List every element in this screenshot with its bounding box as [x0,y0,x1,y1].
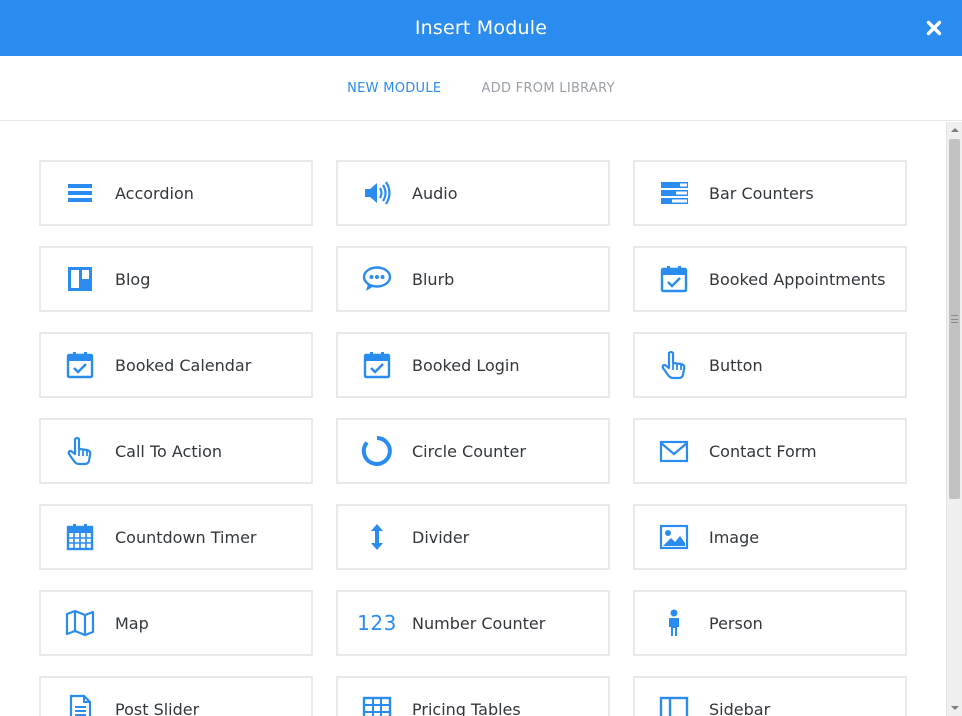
dialog-title: Insert Module [414,17,548,39]
calendar-check-icon [62,347,98,383]
module-label: Bar Counters [709,183,814,203]
scroll-down-arrow-icon[interactable] [947,700,962,716]
number-counter-icon-text: 123 [357,611,397,635]
module-label: Pricing Tables [412,699,521,716]
module-label: Accordion [115,183,194,203]
map-icon [62,605,98,641]
audio-icon [359,175,395,211]
close-button[interactable] [922,16,946,40]
module-label: Button [709,355,763,375]
module-tabs: NEW MODULE ADD FROM LIBRARY [0,56,962,121]
module-contact-form[interactable]: Contact Form [633,418,907,484]
module-button[interactable]: Button [633,332,907,398]
module-bar-counters[interactable]: Bar Counters [633,160,907,226]
module-label: Audio [412,183,458,203]
number-counter-icon: 123 [357,605,397,641]
module-label: Call To Action [115,441,222,461]
vertical-scrollbar[interactable] [946,122,962,716]
dialog-header: Insert Module [0,0,962,56]
module-label: Divider [412,527,470,547]
pointer-hand-icon [656,347,692,383]
document-icon [62,691,98,716]
module-accordion[interactable]: Accordion [39,160,313,226]
module-image[interactable]: Image [633,504,907,570]
module-list-area: Accordion Audio Bar Counters Blog Blurb Booke… [0,122,946,716]
pointer-hand-icon [62,433,98,469]
bar-counters-icon [656,175,692,211]
module-map[interactable]: Map [39,590,313,656]
scrollbar-thumb[interactable] [949,139,960,499]
module-label: Blog [115,269,151,289]
module-blurb[interactable]: Blurb [336,246,610,312]
scrollbar-grip-icon [951,315,958,323]
module-number-counter[interactable]: 123 Number Counter [336,590,610,656]
module-blog[interactable]: Blog [39,246,313,312]
scroll-up-arrow-icon[interactable] [947,122,962,138]
sidebar-icon [656,691,692,716]
circle-counter-icon [359,433,395,469]
module-label: Sidebar [709,699,771,716]
calendar-check-icon [656,261,692,297]
module-label: Number Counter [412,613,546,633]
module-countdown-timer[interactable]: Countdown Timer [39,504,313,570]
module-label: Booked Calendar [115,355,252,375]
module-label: Blurb [412,269,455,289]
module-pricing-tables[interactable]: Pricing Tables [336,676,610,716]
module-booked-calendar[interactable]: Booked Calendar [39,332,313,398]
module-grid: Accordion Audio Bar Counters Blog Blurb Booke… [39,160,907,716]
module-label: Countdown Timer [115,527,257,547]
person-icon [656,605,692,641]
image-icon [656,519,692,555]
tab-add-from-library[interactable]: ADD FROM LIBRARY [461,81,634,96]
module-label: Circle Counter [412,441,526,461]
module-booked-login[interactable]: Booked Login [336,332,610,398]
module-label: Booked Login [412,355,520,375]
module-label: Contact Form [709,441,817,461]
module-call-to-action[interactable]: Call To Action [39,418,313,484]
table-icon [359,691,395,716]
module-label: Booked Appointments [709,269,886,289]
module-sidebar[interactable]: Sidebar [633,676,907,716]
calendar-check-icon [359,347,395,383]
blog-icon [62,261,98,297]
accordion-icon [62,175,98,211]
module-circle-counter[interactable]: Circle Counter [336,418,610,484]
module-audio[interactable]: Audio [336,160,610,226]
close-icon [926,20,942,36]
module-label: Post Slider [115,699,200,716]
module-post-slider[interactable]: Post Slider [39,676,313,716]
module-booked-appointments[interactable]: Booked Appointments [633,246,907,312]
calendar-grid-icon [62,519,98,555]
envelope-icon [656,433,692,469]
blurb-icon [359,261,395,297]
vertical-arrows-icon [359,519,395,555]
tab-new-module[interactable]: NEW MODULE [327,81,461,96]
module-label: Person [709,613,763,633]
module-person[interactable]: Person [633,590,907,656]
module-label: Map [115,613,149,633]
module-label: Image [709,527,760,547]
module-divider[interactable]: Divider [336,504,610,570]
